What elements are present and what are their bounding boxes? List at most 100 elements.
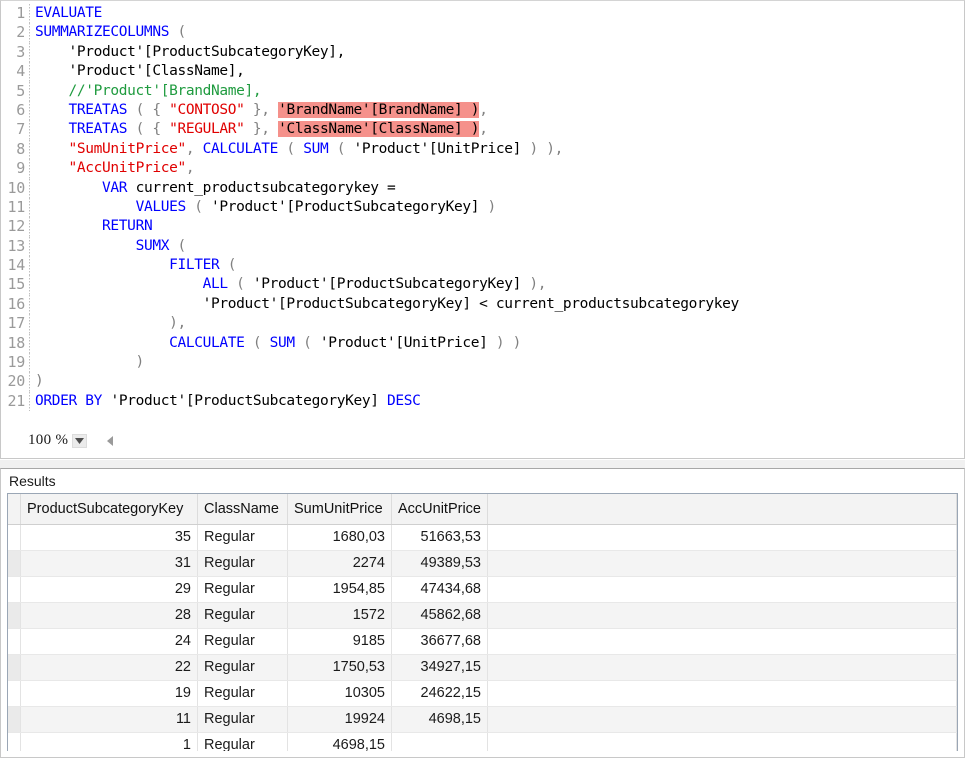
row-selector-cell[interactable] xyxy=(8,576,21,603)
code-line[interactable]: 7 TREATAS ( { "REGULAR" }, 'ClassName'[C… xyxy=(1,120,964,140)
cell-sumunitprice[interactable]: 1954,85 xyxy=(287,576,392,603)
row-selector-cell[interactable] xyxy=(8,628,21,655)
cell-sumunitprice[interactable]: 19924 xyxy=(287,706,392,733)
cell-classname[interactable]: Regular xyxy=(197,628,288,655)
cell-productsubcategorykey[interactable]: 29 xyxy=(20,576,198,603)
cell-filler[interactable] xyxy=(487,680,957,707)
code-line-text[interactable]: SUMX ( xyxy=(30,237,187,256)
cell-sumunitprice[interactable]: 1680,03 xyxy=(287,524,392,551)
code-line-text[interactable]: ) xyxy=(30,372,44,391)
code-line[interactable]: 11 VALUES ( 'Product'[ProductSubcategory… xyxy=(1,197,964,218)
cell-accunitprice[interactable]: 47434,68 xyxy=(391,576,488,603)
code-line-text[interactable]: "AccUnitPrice", xyxy=(30,159,195,178)
code-line[interactable]: 10 VAR current_productsubcategorykey = xyxy=(1,178,964,198)
code-line-text[interactable]: EVALUATE xyxy=(30,4,102,23)
column-header-accunitprice[interactable]: AccUnitPrice xyxy=(391,494,488,525)
cell-classname[interactable]: Regular xyxy=(197,576,288,603)
triangle-left-icon[interactable] xyxy=(103,434,117,448)
code-line[interactable]: 19 ) xyxy=(1,353,964,373)
table-row[interactable]: 1 Regular 4698,15 xyxy=(8,732,957,751)
cell-productsubcategorykey[interactable]: 1 xyxy=(20,732,198,751)
cell-accunitprice[interactable]: 49389,53 xyxy=(391,550,488,577)
results-grid[interactable]: ProductSubcategoryKey ClassName SumUnitP… xyxy=(8,494,957,751)
code-line[interactable]: 21 ORDER BY 'Product'[ProductSubcategoryK… xyxy=(1,391,964,412)
code-line-text[interactable]: ), xyxy=(30,314,186,333)
cell-filler[interactable] xyxy=(487,550,957,577)
table-row[interactable]: 22 Regular 1750,53 34927,15 xyxy=(8,654,957,681)
code-line-text[interactable]: TREATAS ( { "REGULAR" }, 'ClassName'[Cla… xyxy=(30,120,488,139)
chevron-down-icon[interactable] xyxy=(72,433,88,448)
code-line[interactable]: 1 EVALUATE xyxy=(1,4,964,24)
table-row[interactable]: 29 Regular 1954,85 47434,68 xyxy=(8,576,957,603)
query-editor-pane[interactable]: 1 EVALUATE 2 SUMMARIZECOLUMNS (3 'Product'[… xyxy=(0,0,965,459)
column-header-sumunitprice[interactable]: SumUnitPrice xyxy=(287,494,392,525)
cell-accunitprice[interactable]: 34927,15 xyxy=(391,654,488,681)
row-selector-cell[interactable] xyxy=(8,706,21,733)
code-editor[interactable]: 1 EVALUATE 2 SUMMARIZECOLUMNS (3 'Product'[… xyxy=(1,4,964,422)
cell-accunitprice[interactable]: 4698,15 xyxy=(391,706,488,733)
cell-filler[interactable] xyxy=(487,706,957,733)
cell-productsubcategorykey[interactable]: 35 xyxy=(20,524,198,551)
row-selector-cell[interactable] xyxy=(8,680,21,707)
pane-splitter[interactable] xyxy=(0,459,965,468)
table-row[interactable]: 28 Regular 1572 45862,68 xyxy=(8,602,957,629)
cell-sumunitprice[interactable]: 1750,53 xyxy=(287,654,392,681)
cell-accunitprice[interactable]: 51663,53 xyxy=(391,524,488,551)
cell-classname[interactable]: Regular xyxy=(197,524,288,551)
code-line[interactable]: 3 'Product'[ProductSubcategoryKey], xyxy=(1,42,964,63)
row-selector-cell[interactable] xyxy=(8,602,21,629)
cell-accunitprice[interactable] xyxy=(391,732,488,751)
row-selector-cell[interactable] xyxy=(8,524,21,551)
column-header-classname[interactable]: ClassName xyxy=(197,494,288,525)
cell-sumunitprice[interactable]: 4698,15 xyxy=(287,732,392,751)
code-line[interactable]: 17 ), xyxy=(1,314,964,334)
cell-accunitprice[interactable]: 24622,15 xyxy=(391,680,488,707)
cell-accunitprice[interactable]: 36677,68 xyxy=(391,628,488,655)
cell-sumunitprice[interactable]: 2274 xyxy=(287,550,392,577)
code-line[interactable]: 5 //'Product'[BrandName], xyxy=(1,81,964,101)
code-line-text[interactable]: ) xyxy=(30,353,145,372)
code-line-text[interactable]: //'Product'[BrandName], xyxy=(30,82,262,101)
code-line-text[interactable]: CALCULATE ( SUM ( 'Product'[UnitPrice] )… xyxy=(30,334,521,353)
cell-productsubcategorykey[interactable]: 24 xyxy=(20,628,198,655)
row-selector-cell[interactable] xyxy=(8,550,21,577)
code-line-text[interactable]: TREATAS ( { "CONTOSO" }, 'BrandName'[Bra… xyxy=(30,101,488,120)
table-row[interactable]: 24 Regular 9185 36677,68 xyxy=(8,628,957,655)
cell-productsubcategorykey[interactable]: 31 xyxy=(20,550,198,577)
code-line-text[interactable]: 'Product'[ProductSubcategoryKey] < curre… xyxy=(30,295,740,314)
table-row[interactable]: 19 Regular 10305 24622,15 xyxy=(8,680,957,707)
cell-classname[interactable]: Regular xyxy=(197,680,288,707)
code-line[interactable]: 18 CALCULATE ( SUM ( 'Product'[UnitPrice… xyxy=(1,333,964,354)
code-line-text[interactable]: SUMMARIZECOLUMNS ( xyxy=(30,23,186,42)
cell-sumunitprice[interactable]: 1572 xyxy=(287,602,392,629)
cell-sumunitprice[interactable]: 9185 xyxy=(287,628,392,655)
code-line-text[interactable]: VAR current_productsubcategorykey = xyxy=(30,179,396,198)
code-line[interactable]: 9 "AccUnitPrice", xyxy=(1,159,964,179)
cell-filler[interactable] xyxy=(487,524,957,551)
code-line[interactable]: 20) xyxy=(1,372,964,392)
code-line[interactable]: 4 'Product'[ClassName], xyxy=(1,62,964,82)
code-line[interactable]: 12 RETURN xyxy=(1,217,964,237)
cell-filler[interactable] xyxy=(487,602,957,629)
table-row[interactable]: 11 Regular 19924 4698,15 xyxy=(8,706,957,733)
cell-accunitprice[interactable]: 45862,68 xyxy=(391,602,488,629)
code-line[interactable]: 13 SUMX ( xyxy=(1,236,964,257)
cell-classname[interactable]: Regular xyxy=(197,706,288,733)
code-line[interactable]: 6 TREATAS ( { "CONTOSO" }, 'BrandName'[B… xyxy=(1,100,964,121)
cell-filler[interactable] xyxy=(487,576,957,603)
code-line-text[interactable]: RETURN xyxy=(30,217,153,236)
cell-classname[interactable]: Regular xyxy=(197,550,288,577)
code-line-text[interactable]: ORDER BY 'Product'[ProductSubcategoryKey… xyxy=(30,392,421,411)
code-line-text[interactable]: FILTER ( xyxy=(30,256,236,275)
code-line[interactable]: 14 FILTER ( xyxy=(1,256,964,276)
cell-productsubcategorykey[interactable]: 22 xyxy=(20,654,198,681)
table-row[interactable]: 35 Regular 1680,03 51663,53 xyxy=(8,524,957,551)
code-line-text[interactable]: 'Product'[ProductSubcategoryKey], xyxy=(30,43,346,62)
code-line-text[interactable]: 'Product'[ClassName], xyxy=(30,62,245,81)
cell-productsubcategorykey[interactable]: 28 xyxy=(20,602,198,629)
code-line[interactable]: 15 ALL ( 'Product'[ProductSubcategoryKey… xyxy=(1,275,964,295)
cell-classname[interactable]: Regular xyxy=(197,654,288,681)
row-selector-cell[interactable] xyxy=(8,654,21,681)
code-line[interactable]: 8 "SumUnitPrice", CALCULATE ( SUM ( 'Pro… xyxy=(1,139,964,160)
cell-filler[interactable] xyxy=(487,628,957,655)
